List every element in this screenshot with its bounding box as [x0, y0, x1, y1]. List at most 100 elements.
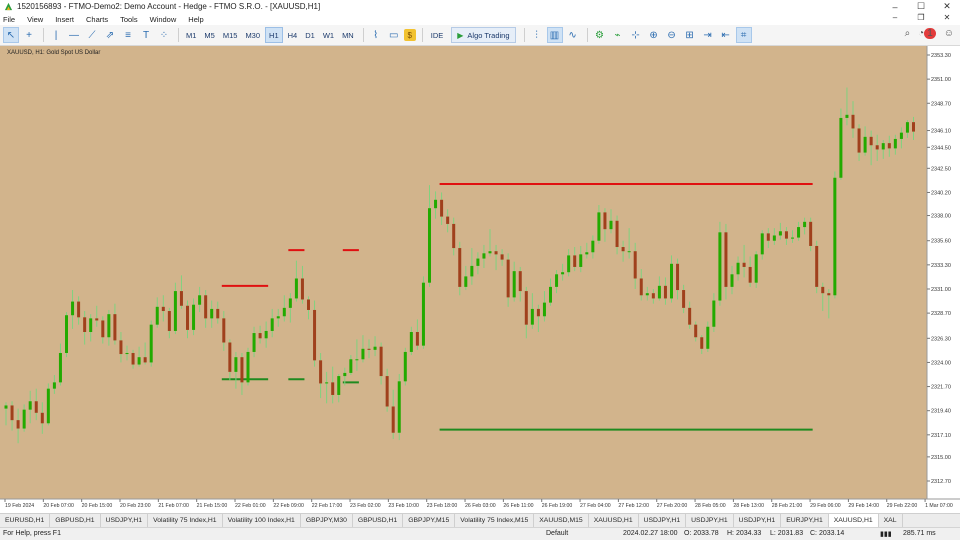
- menu-charts[interactable]: Charts: [80, 15, 114, 24]
- chart-tab[interactable]: GBPUSD,H1: [50, 514, 101, 527]
- candle-body: [113, 314, 117, 341]
- chart-tab[interactable]: USDJPY,H1: [686, 514, 734, 527]
- price-label: 2319.40: [931, 409, 951, 415]
- search-icon[interactable]: ⌕: [905, 28, 911, 39]
- candle: [149, 320, 153, 367]
- chart-tab[interactable]: EURUSD,H1: [0, 514, 51, 527]
- timeframe-m15[interactable]: M15: [220, 27, 241, 43]
- indicator-add-icon[interactable]: ⌁: [610, 27, 626, 43]
- candle-body: [34, 401, 38, 413]
- menu-help[interactable]: Help: [182, 15, 209, 24]
- chart-tab[interactable]: GBPJPY,M30: [301, 514, 353, 527]
- chart-tabs: EURUSD,H1 GBPUSD,H1 USDJPY,H1 Volatility 75…: [0, 513, 960, 527]
- price-label: 2342.50: [931, 166, 951, 172]
- candlestick-icon[interactable]: ▥: [546, 27, 563, 43]
- bar-chart-icon[interactable]: ⫶: [529, 27, 545, 43]
- timeframe-h1[interactable]: H1: [265, 27, 283, 43]
- chart-tab[interactable]: Volatility 100 Index,H1: [223, 514, 301, 527]
- account-icon[interactable]: ☺: [944, 28, 954, 39]
- child-close-button[interactable]: ✕: [934, 13, 960, 25]
- screenshot-icon[interactable]: ⌗: [735, 27, 752, 43]
- chart-shift-icon[interactable]: ⇤: [718, 27, 734, 43]
- timeframe-m1[interactable]: M1: [183, 27, 199, 43]
- candle-body: [198, 295, 202, 305]
- grid-icon[interactable]: ⊹: [628, 27, 644, 43]
- chart-tab[interactable]: Volatility 75 Index,M15: [455, 514, 535, 527]
- timeframe-m5[interactable]: M5: [201, 27, 217, 43]
- candle-body: [83, 317, 87, 333]
- minimize-button[interactable]: –: [882, 0, 908, 13]
- timeframe-mn[interactable]: MN: [339, 27, 357, 43]
- text-icon[interactable]: T: [138, 27, 154, 43]
- trendline-icon[interactable]: ⟋: [84, 27, 100, 43]
- close-button[interactable]: ✕: [934, 0, 960, 13]
- chart-tab[interactable]: GBPJPY,M15: [403, 514, 456, 527]
- menu-tools[interactable]: Tools: [114, 15, 144, 24]
- chart-tab[interactable]: USDJPY,H1: [734, 514, 782, 527]
- indicators-icon[interactable]: ⌇: [368, 27, 384, 43]
- algo-trading-button[interactable]: ▶ Algo Trading: [451, 27, 516, 43]
- crosshair-icon[interactable]: +: [21, 27, 37, 43]
- child-minimize-button[interactable]: –: [882, 13, 908, 25]
- candle-body: [16, 420, 20, 429]
- chart-tab[interactable]: XAUUSD,H1: [828, 514, 879, 527]
- fibonacci-icon[interactable]: ≡: [120, 27, 136, 43]
- market-icon[interactable]: $: [403, 29, 416, 41]
- candle-body: [331, 382, 335, 395]
- settings-icon[interactable]: ⚙: [592, 27, 608, 43]
- vertical-line-icon[interactable]: |: [48, 27, 64, 43]
- candle-body: [730, 274, 734, 287]
- chart-tab[interactable]: Volatility 75 Index,H1: [148, 514, 223, 527]
- channel-icon[interactable]: ⇗: [102, 27, 118, 43]
- autoscroll-icon[interactable]: ⇥: [700, 27, 716, 43]
- chart-tab[interactable]: USDJPY,H1: [639, 514, 687, 527]
- time-label: 1 Mar 07:00: [925, 503, 953, 509]
- status-high: H: 2034.33: [727, 530, 762, 537]
- candle-body: [518, 271, 522, 292]
- timeframe-w1[interactable]: W1: [320, 27, 337, 43]
- price-label: 2335.60: [931, 239, 951, 245]
- chart-tab[interactable]: GBPUSD,H1: [353, 514, 404, 527]
- chart-tab[interactable]: XAUUSD,M15: [534, 514, 589, 527]
- ide-button[interactable]: IDE: [427, 27, 448, 43]
- candle-body: [809, 221, 813, 246]
- status-open: O: 2033.78: [684, 530, 719, 537]
- timeframe-h4[interactable]: H4: [285, 27, 301, 43]
- candle-body: [421, 282, 425, 346]
- candle-body: [688, 307, 692, 325]
- menu-window[interactable]: Window: [144, 15, 183, 24]
- menu-insert[interactable]: Insert: [49, 15, 80, 24]
- chart-tab[interactable]: XAUUSD,H1: [589, 514, 639, 527]
- templates-icon[interactable]: ▭: [386, 27, 402, 43]
- chart-tab[interactable]: EURJPY,H1: [781, 514, 829, 527]
- candle-body: [633, 251, 637, 279]
- candle-body: [240, 357, 244, 383]
- chart-tab[interactable]: USDJPY,H1: [101, 514, 149, 527]
- menu-file[interactable]: File: [0, 15, 21, 24]
- chart-tab[interactable]: XAL: [879, 514, 903, 527]
- line-chart-icon[interactable]: ∿: [565, 27, 581, 43]
- shapes-icon[interactable]: ⁘: [156, 27, 172, 43]
- toolbar-separator: [421, 28, 423, 42]
- timeframe-m30[interactable]: M30: [242, 27, 263, 43]
- menu-view[interactable]: View: [21, 15, 49, 24]
- zoom-in-icon[interactable]: ⊕: [646, 27, 662, 43]
- notifications-icon[interactable]: ◔ 1: [918, 28, 936, 39]
- candle-body: [887, 143, 891, 149]
- price-chart[interactable]: 2353.30 2351.00 2348.70 2346.10 2344.50 2342.…: [0, 46, 960, 513]
- maximize-button[interactable]: ☐: [908, 0, 934, 13]
- candle-body: [77, 301, 81, 318]
- connection-icon: ▮▮▮: [880, 531, 892, 538]
- cursor-icon[interactable]: ↖: [3, 27, 19, 43]
- candle-body: [561, 272, 565, 275]
- candle-body: [379, 346, 383, 377]
- candle-body: [609, 220, 613, 230]
- candle-body: [452, 223, 456, 249]
- horizontal-line-icon[interactable]: —: [66, 27, 82, 43]
- price-label: 2351.00: [931, 77, 951, 83]
- child-restore-button[interactable]: ❐: [908, 13, 934, 25]
- tile-windows-icon[interactable]: ⊞: [682, 27, 698, 43]
- zoom-out-icon[interactable]: ⊖: [664, 27, 680, 43]
- timeframe-d1[interactable]: D1: [302, 27, 318, 43]
- chart-window[interactable]: 2353.30 2351.00 2348.70 2346.10 2344.50 2342.…: [0, 46, 960, 513]
